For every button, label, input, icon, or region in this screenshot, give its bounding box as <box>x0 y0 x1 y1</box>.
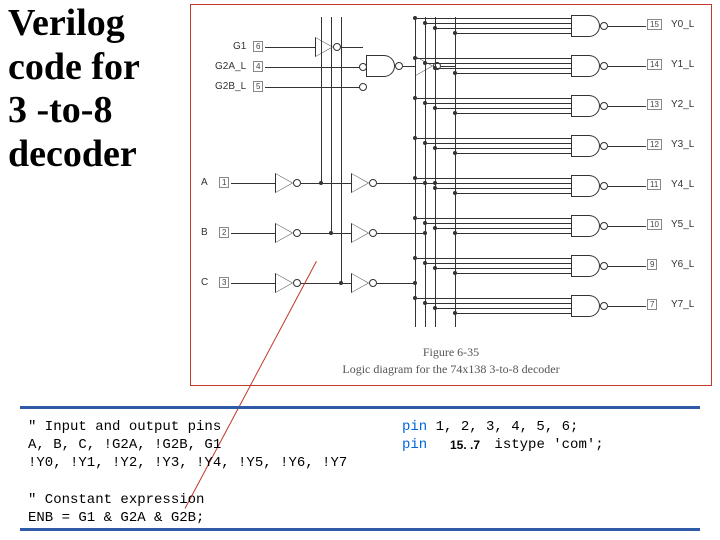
pin-g2b: 5 <box>253 81 263 92</box>
code-block-right: pin 1, 2, 3, 4, 5, 6; pin istype 'com'; <box>402 418 604 454</box>
page-number: 15. .7 <box>450 438 480 452</box>
nand-gate-icon <box>571 55 601 77</box>
label-y2_l: Y2_L <box>671 99 694 110</box>
pin-c: 3 <box>219 277 229 288</box>
divider <box>20 406 700 409</box>
label-y3_l: Y3_L <box>671 139 694 150</box>
inverter-icon <box>351 223 369 243</box>
nand-gate-icon <box>571 15 601 37</box>
label-y6_l: Y6_L <box>671 259 694 270</box>
pin-y3_l: 12 <box>647 139 662 150</box>
keyword-pin: pin <box>402 437 427 453</box>
slide-title: Verilog code for 3 -to-8 decoder <box>8 2 140 177</box>
inverter-icon <box>351 173 369 193</box>
inverter-icon <box>275 273 293 293</box>
label-y1_l: Y1_L <box>671 59 694 70</box>
pin-y6_l: 9 <box>647 259 657 270</box>
pin-g2a: 4 <box>253 61 263 72</box>
label-y0_l: Y0_L <box>671 19 694 30</box>
title-line-4: decoder <box>8 133 137 175</box>
label-g2a: G2A_L <box>215 61 246 72</box>
logic-diagram: G1 6 G2A_L 4 G2B_L 5 A 1 B 2 C 3 <box>190 4 712 386</box>
title-line-1: Verilog <box>8 2 125 44</box>
inverter-icon <box>351 273 369 293</box>
pin-y5_l: 10 <box>647 219 662 230</box>
label-g2b: G2B_L <box>215 81 246 92</box>
pin-y4_l: 11 <box>647 179 661 190</box>
figure-caption: Logic diagram for the 74x138 3-to-8 deco… <box>342 362 559 376</box>
pin-y2_l: 13 <box>647 99 662 110</box>
label-a: A <box>201 177 208 188</box>
inverter-icon <box>275 173 293 193</box>
inverter-icon <box>275 223 293 243</box>
nand-gate-icon <box>571 215 601 237</box>
pin-y1_l: 14 <box>647 59 662 70</box>
label-g1: G1 <box>233 41 246 52</box>
title-line-2: code for <box>8 46 140 88</box>
label-y5_l: Y5_L <box>671 219 694 230</box>
nand-gate-icon <box>571 255 601 277</box>
pin-g1: 6 <box>253 41 263 52</box>
label-y4_l: Y4_L <box>671 179 694 190</box>
pin-b: 2 <box>219 227 229 238</box>
inverter-icon <box>415 56 433 76</box>
nand-gate-icon <box>571 175 601 197</box>
pin-a: 1 <box>219 177 229 188</box>
pin-y0_l: 15 <box>647 19 662 30</box>
divider <box>20 528 700 531</box>
nand-gate-icon <box>571 135 601 157</box>
code-block-left: " Input and output pins A, B, C, !G2A, !… <box>28 418 347 527</box>
keyword-pin: pin <box>402 419 427 435</box>
pin-y7_l: 7 <box>647 299 657 310</box>
label-y7_l: Y7_L <box>671 299 694 310</box>
label-b: B <box>201 227 208 238</box>
nand-gate-icon <box>571 95 601 117</box>
nand-gate-icon <box>366 55 396 77</box>
nand-gate-icon <box>571 295 601 317</box>
label-c: C <box>201 277 208 288</box>
title-line-3: 3 -to-8 <box>8 89 112 131</box>
